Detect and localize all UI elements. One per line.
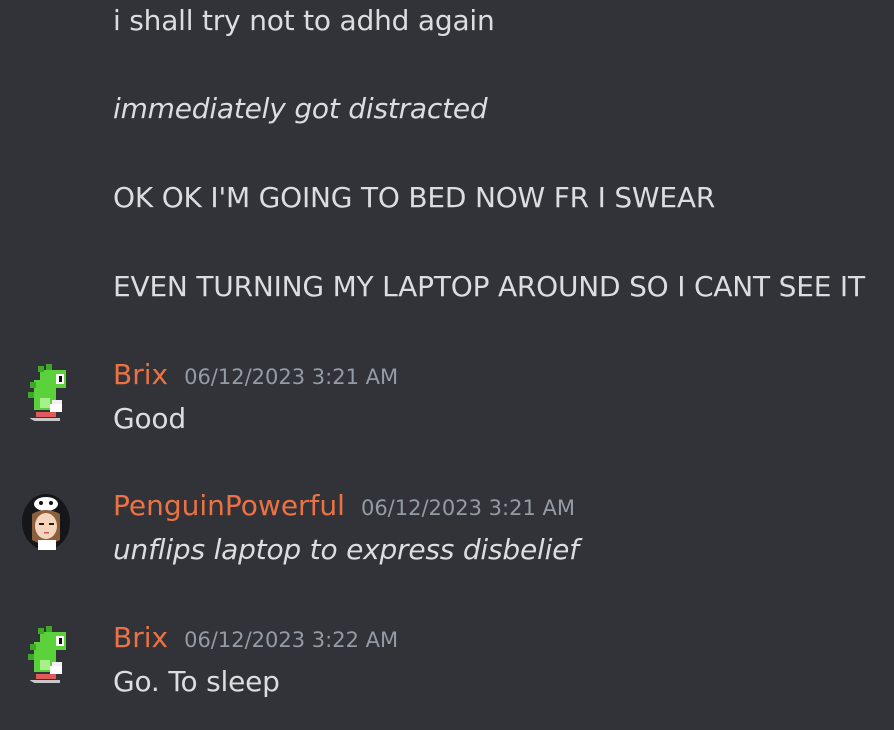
- timestamp[interactable]: 06/12/2023 3:21 AM: [184, 359, 398, 395]
- message-text: Go. To sleep: [113, 665, 280, 698]
- green-dinosaur-avatar[interactable]: [16, 360, 80, 424]
- message-text: i shall try not to adhd again: [113, 4, 495, 37]
- message-text: immediately got distracted: [113, 92, 488, 125]
- message-text: unflips laptop to express disbelief: [113, 533, 579, 566]
- message-text: EVEN TURNING MY LAPTOP AROUND SO I CANT …: [113, 270, 865, 303]
- penguin-hood-girl-avatar[interactable]: [16, 490, 80, 554]
- green-dinosaur-avatar[interactable]: [16, 622, 80, 686]
- timestamp[interactable]: 06/12/2023 3:21 AM: [361, 490, 575, 526]
- chat-messages: i shall try not to adhd again immediatel…: [0, 0, 894, 730]
- username[interactable]: PenguinPowerful: [113, 488, 345, 524]
- username[interactable]: Brix: [113, 620, 168, 656]
- username[interactable]: Brix: [113, 357, 168, 393]
- message-header: Brix 06/12/2023 3:22 AM: [113, 620, 398, 656]
- message-header: Brix 06/12/2023 3:21 AM: [113, 357, 398, 393]
- green-dinosaur-icon: [16, 622, 80, 686]
- green-dinosaur-icon: [16, 360, 80, 424]
- message-header: PenguinPowerful 06/12/2023 3:21 AM: [113, 488, 575, 524]
- timestamp[interactable]: 06/12/2023 3:22 AM: [184, 622, 398, 658]
- penguin-hood-girl-icon: [16, 490, 80, 554]
- message-text: OK OK I'M GOING TO BED NOW FR I SWEAR: [113, 181, 716, 214]
- message-text: Good: [113, 402, 186, 435]
